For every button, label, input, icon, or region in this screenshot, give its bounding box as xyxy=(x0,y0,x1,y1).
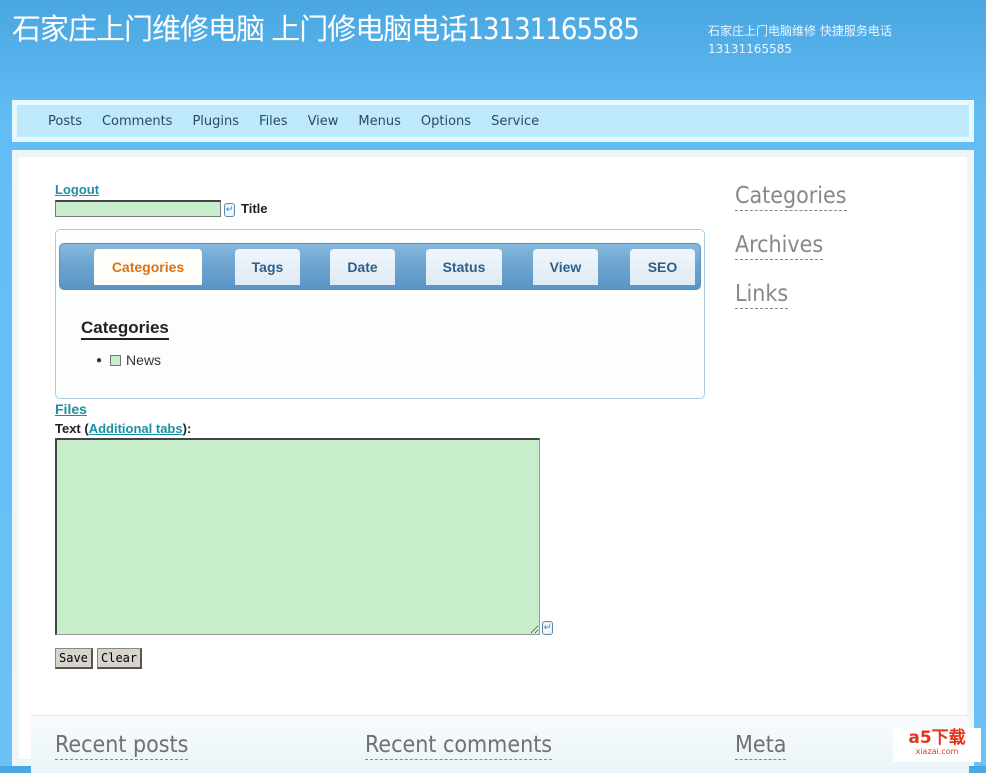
tab-date[interactable]: Date xyxy=(330,249,395,285)
footer: Recent posts Recent comments Meta xyxy=(31,715,969,773)
nav-service[interactable]: Service xyxy=(491,114,539,129)
title-input[interactable] xyxy=(55,200,221,217)
nav-options[interactable]: Options xyxy=(421,114,471,129)
tab-seo[interactable]: SEO xyxy=(630,249,695,285)
save-button[interactable]: Save xyxy=(55,648,93,669)
tab-view[interactable]: View xyxy=(533,249,598,285)
categories-heading: Categories xyxy=(81,318,169,340)
files-link[interactable]: Files xyxy=(55,401,87,417)
tab-bar: Categories Tags Date Status View SEO xyxy=(59,243,701,290)
nav-menus[interactable]: Menus xyxy=(358,114,400,129)
category-item: ● News xyxy=(96,352,161,368)
news-checkbox[interactable] xyxy=(110,354,122,366)
sidebar-categories[interactable]: Categories xyxy=(735,183,847,211)
nav-comments[interactable]: Comments xyxy=(102,114,172,129)
footer-meta: Meta xyxy=(735,732,787,760)
clear-button[interactable]: Clear xyxy=(97,648,143,669)
category-label: News xyxy=(126,352,162,368)
text-label: Text (Additional tabs): xyxy=(55,421,191,436)
sidebar-archives[interactable]: Archives xyxy=(735,232,824,260)
nav-view[interactable]: View xyxy=(308,114,339,129)
tab-categories[interactable]: Categories xyxy=(94,249,202,285)
footer-recent-comments: Recent comments xyxy=(365,732,553,760)
nav-files[interactable]: Files xyxy=(259,114,288,129)
logout-link[interactable]: Logout xyxy=(55,182,99,197)
footer-recent-posts: Recent posts xyxy=(55,732,189,760)
text-label-prefix: Text ( xyxy=(55,421,89,436)
bullet: ● xyxy=(96,354,103,366)
enter-icon[interactable]: ↵ xyxy=(224,203,235,217)
main-nav: Posts Comments Plugins Files View Menus … xyxy=(12,100,974,142)
tab-status[interactable]: Status xyxy=(426,249,502,285)
additional-tabs-link[interactable]: Additional tabs xyxy=(89,421,183,436)
tab-tags[interactable]: Tags xyxy=(235,249,300,285)
watermark-logo: a5下载 xiazai.com xyxy=(893,728,981,762)
nav-plugins[interactable]: Plugins xyxy=(192,114,239,129)
nav-posts[interactable]: Posts xyxy=(48,114,82,129)
text-label-suffix: ): xyxy=(182,421,192,436)
enter-icon[interactable]: ↵ xyxy=(542,621,553,635)
site-title: 石家庄上门维修电脑 上门修电脑电话13131165585 xyxy=(12,12,640,46)
sidebar-links[interactable]: Links xyxy=(735,281,789,309)
site-tagline: 石家庄上门电脑维修 快捷服务电话 13131165585 xyxy=(708,24,892,56)
main-content: Logout ↵ Title Categories Tags Date Stat… xyxy=(12,150,974,773)
text-area[interactable] xyxy=(55,438,540,635)
title-label: Title xyxy=(241,201,268,216)
tab-panel: Categories Tags Date Status View SEO Cat… xyxy=(55,229,705,399)
